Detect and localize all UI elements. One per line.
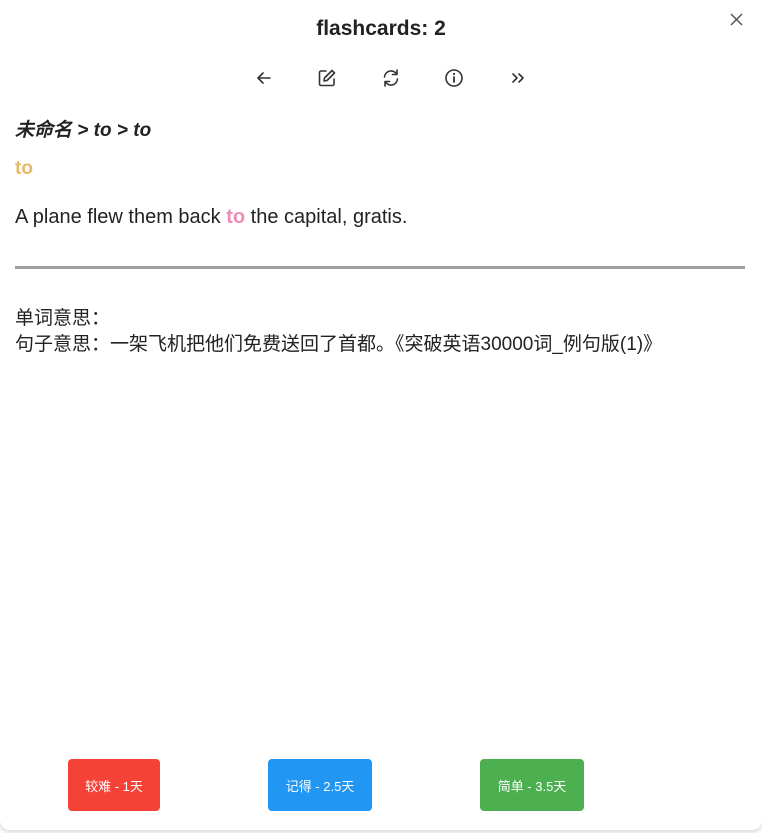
card-word: to — [15, 158, 33, 179]
meaning-section: 单词意思： 句子意思：一架飞机把他们免费送回了首都。《突破英语30000词_例句… — [15, 306, 662, 358]
highlighted-word: to — [226, 206, 246, 228]
hard-button[interactable]: 较难 - 1天 — [68, 759, 160, 811]
easy-button[interactable]: 简单 - 3.5天 — [480, 759, 584, 811]
good-button[interactable]: 记得 - 2.5天 — [268, 759, 372, 811]
info-button[interactable] — [423, 66, 487, 90]
edit-button[interactable] — [296, 66, 360, 90]
example-sentence: A plane flew them back to the capital, g… — [15, 206, 407, 229]
arrow-left-icon — [256, 72, 271, 84]
divider — [15, 266, 745, 269]
sentence-meaning: 句子意思：一架飞机把他们免费送回了首都。《突破英语30000词_例句版(1)》 — [15, 334, 663, 355]
back-button[interactable] — [232, 66, 296, 90]
page-title: flashcards: 2 — [316, 17, 446, 40]
sentence-text: A plane flew them back — [15, 206, 227, 228]
flashcard-modal: flashcards: 2 未命名 > to > to to A plane f… — [0, 0, 762, 830]
toolbar — [232, 66, 550, 90]
double-chevron-right-icon — [511, 73, 524, 83]
word-meaning: 单词意思： — [15, 308, 111, 329]
flip-button[interactable] — [359, 66, 423, 90]
sentence-text-end: the capital, gratis. — [245, 206, 408, 228]
edit-icon — [318, 69, 336, 87]
refresh-icon — [383, 69, 399, 87]
info-icon — [445, 69, 464, 87]
skip-button[interactable] — [486, 66, 550, 90]
breadcrumb: 未命名 > to > to — [15, 120, 152, 141]
